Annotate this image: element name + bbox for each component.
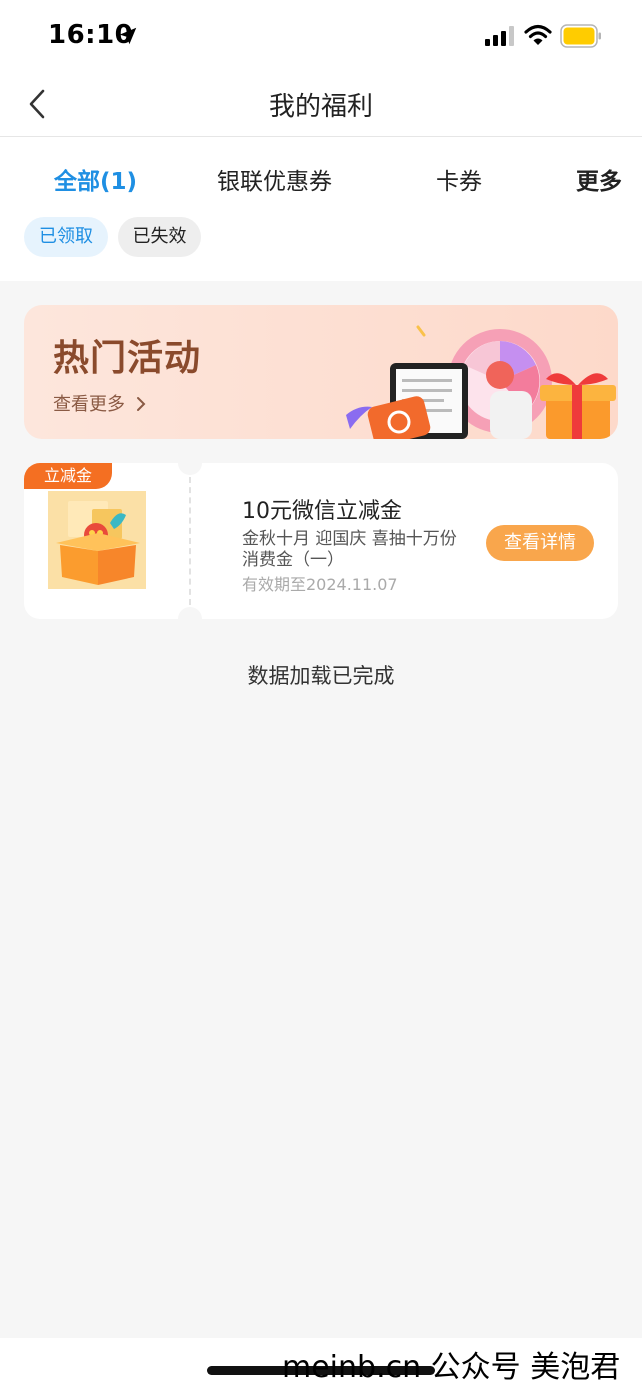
tab-unionpay-coupons[interactable]: 银联优惠券	[217, 162, 332, 196]
watermark-text: meinb.cn 公众号 美泡君	[282, 1350, 621, 1385]
coupon-expiry: 有效期至2024.11.07	[242, 575, 398, 594]
status-bar: 16:10	[0, 0, 642, 70]
tab-more[interactable]: 更多	[576, 162, 622, 196]
banner-illustration	[346, 325, 616, 439]
tab-all[interactable]: 全部(1)	[54, 162, 137, 196]
gift-box-icon	[48, 491, 146, 589]
wifi-icon	[524, 24, 552, 45]
load-complete-text: 数据加载已完成	[247, 664, 395, 688]
coupon-description: 金秋十月 迎国庆 喜抽十万份消费金（一）	[242, 529, 457, 570]
signal-icon	[485, 26, 514, 46]
page-title: 我的福利	[268, 92, 373, 122]
tab-cards[interactable]: 卡券	[436, 162, 482, 196]
filter-chips: 已领取 已失效	[0, 217, 642, 257]
coupon-type-badge: 立减金	[24, 463, 112, 489]
view-details-button[interactable]: 查看详情	[486, 525, 594, 561]
hot-activities-banner[interactable]: 热门活动 查看更多	[24, 305, 618, 439]
banner-more-link[interactable]: 查看更多	[53, 390, 147, 416]
filter-expired-chip[interactable]: 已失效	[118, 217, 201, 257]
tab-bar: 全部(1) 银联优惠券 卡券 更多	[0, 150, 642, 206]
coupon-notch	[178, 607, 202, 631]
banner-title: 热门活动	[53, 338, 202, 379]
coupon-divider	[189, 477, 191, 605]
coupon-notch	[178, 451, 202, 475]
filter-claimed-chip[interactable]: 已领取	[24, 217, 108, 257]
coupon-title: 10元微信立减金	[242, 499, 402, 524]
coupon-card[interactable]: 立减金 10元微信立减金 金秋十月 迎国庆 喜抽十万份消费金（一） 有效期至20…	[24, 451, 618, 631]
navigation-bar: 我的福利	[0, 70, 642, 137]
location-arrow-icon	[119, 27, 137, 45]
battery-icon	[560, 24, 601, 48]
banner-more-label: 查看更多	[53, 394, 125, 415]
chevron-right-icon	[136, 397, 146, 411]
